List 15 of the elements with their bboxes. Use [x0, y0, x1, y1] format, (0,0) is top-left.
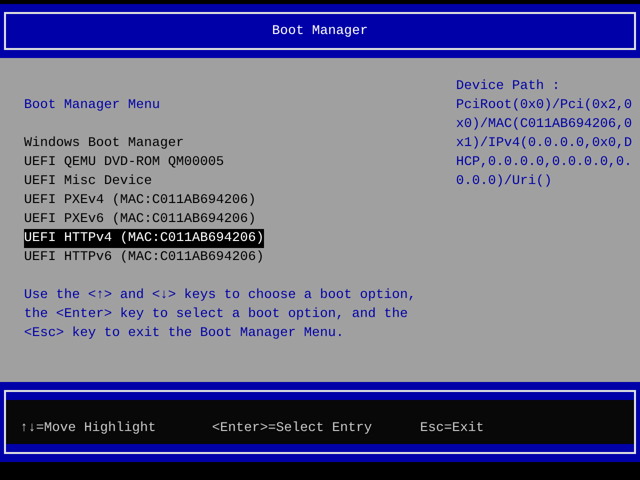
- boot-option[interactable]: UEFI HTTPv6 (MAC:C011AB694206): [24, 248, 264, 267]
- boot-option[interactable]: Windows Boot Manager: [24, 134, 184, 153]
- window-title: Boot Manager: [272, 22, 368, 40]
- boot-option[interactable]: UEFI PXEv6 (MAC:C011AB694206): [24, 210, 256, 229]
- boot-option[interactable]: UEFI PXEv4 (MAC:C011AB694206): [24, 191, 256, 210]
- boot-option[interactable]: UEFI HTTPv4 (MAC:C011AB694206): [24, 229, 264, 248]
- boot-option[interactable]: UEFI QEMU DVD-ROM QM00005: [24, 153, 224, 172]
- boot-option[interactable]: UEFI Misc Device: [24, 172, 152, 191]
- key-hint: <Enter>=Select Entry: [212, 420, 373, 438]
- key-hint: ↑↓=Move Highlight: [20, 420, 157, 438]
- key-hint: Esc=Exit: [420, 420, 484, 438]
- help-text: Use the <↑> and <↓> keys to choose a boot option, the <Enter> key to select a boot option, and the <Esc> key to exit the Boot Manager Menu.: [24, 287, 417, 343]
- menu-title: Boot Manager Menu: [24, 97, 160, 115]
- device-path-label: Device Path :: [456, 78, 560, 96]
- device-path-value: PciRoot(0x0)/Pci(0x2,0x0)/MAC(C011AB694206,0x1)/IPv4(0.0.0.0,0x0,DHCP,0.0.0.0,0.0.0.0,0.0.0.0)/Uri(): [456, 97, 632, 191]
